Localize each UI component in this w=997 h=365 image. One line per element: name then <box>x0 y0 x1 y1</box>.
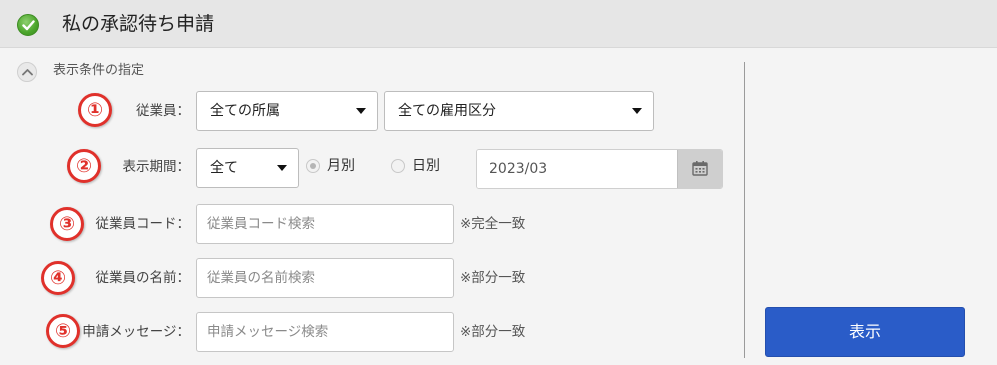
check-circle-icon <box>17 14 39 36</box>
page-header: 私の承認待ち申請 <box>0 0 997 48</box>
message-label: 申請メッセージ： <box>82 324 190 340</box>
employee-code-hint: ※完全一致 <box>460 216 526 232</box>
chevron-down-icon <box>632 108 642 114</box>
message-input[interactable] <box>196 312 454 352</box>
period-label: 表示期間： <box>122 159 191 175</box>
step-badge-3: ③ <box>50 207 84 241</box>
employment-type-select[interactable]: 全ての雇用区分 <box>384 91 654 131</box>
message-hint: ※部分一致 <box>460 324 526 340</box>
employee-name-label: 従業員の名前： <box>95 270 191 286</box>
employee-code-label: 従業員コード： <box>95 216 191 232</box>
step-badge-1: ① <box>78 93 112 127</box>
month-picker <box>476 149 723 189</box>
filter-section-title: 表示条件の指定 <box>53 63 145 78</box>
vertical-divider <box>744 62 745 358</box>
department-select-value: 全ての所属 <box>210 103 280 119</box>
employee-code-input[interactable] <box>196 204 454 244</box>
chevron-down-icon <box>356 108 366 114</box>
step-badge-4: ④ <box>41 261 75 295</box>
page-title: 私の承認待ち申請 <box>62 13 215 35</box>
employee-label: 従業員： <box>136 103 190 119</box>
employee-name-input[interactable] <box>196 258 454 298</box>
employee-name-hint: ※部分一致 <box>460 270 526 286</box>
radio-daily[interactable] <box>391 159 405 173</box>
chevron-down-icon <box>277 165 287 171</box>
radio-monthly[interactable] <box>306 159 320 173</box>
period-select-value: 全て <box>210 160 238 176</box>
chevron-up-icon[interactable] <box>17 62 37 82</box>
calendar-icon[interactable] <box>677 150 722 188</box>
step-badge-2: ② <box>67 149 101 183</box>
radio-daily-label[interactable]: 日別 <box>412 156 440 176</box>
month-input[interactable] <box>477 150 678 188</box>
period-select[interactable]: 全て <box>196 148 299 188</box>
show-button[interactable]: 表示 <box>765 307 965 357</box>
department-select[interactable]: 全ての所属 <box>196 91 378 131</box>
employment-type-select-value: 全ての雇用区分 <box>398 103 496 119</box>
radio-monthly-label[interactable]: 月別 <box>327 156 355 176</box>
